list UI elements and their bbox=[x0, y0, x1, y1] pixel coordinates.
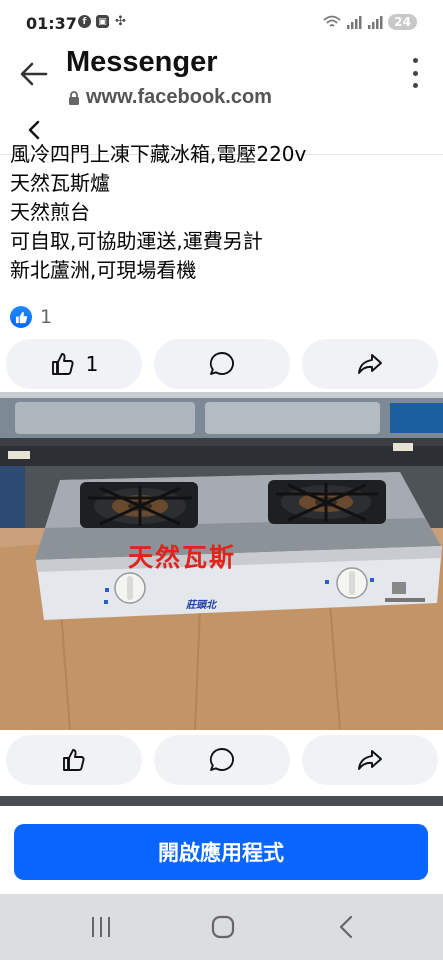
like-button[interactable] bbox=[6, 735, 142, 785]
browser-header: Messenger www.facebook.com bbox=[0, 40, 443, 109]
open-app-bar: 開啟應用程式 bbox=[0, 806, 443, 894]
thumbs-up-icon bbox=[51, 353, 74, 375]
comment-button[interactable] bbox=[154, 339, 290, 389]
more-options-icon[interactable] bbox=[411, 58, 419, 88]
reaction-summary[interactable]: 1 bbox=[10, 306, 52, 328]
share-icon bbox=[358, 354, 382, 374]
comment-icon bbox=[209, 748, 234, 771]
comment-button[interactable] bbox=[154, 735, 290, 785]
post-line: 風冷四門上凍下藏冰箱,電壓220v bbox=[10, 142, 307, 166]
post-line: 可自取,可協助運送,運費另計 bbox=[10, 229, 263, 253]
signal-icon-2 bbox=[368, 15, 383, 29]
stove-brand-text: 莊頭北 bbox=[186, 600, 216, 611]
signal-icon bbox=[347, 15, 362, 29]
back-icon[interactable] bbox=[332, 912, 362, 942]
post-line: 天然瓦斯爐 bbox=[10, 171, 110, 195]
wifi-icon bbox=[323, 15, 341, 27]
recent-apps-icon[interactable] bbox=[86, 912, 116, 942]
chevron-left-icon[interactable] bbox=[26, 120, 42, 140]
notification-icons: f ▣ ✣ bbox=[78, 14, 127, 29]
url-row: www.facebook.com bbox=[68, 86, 272, 109]
facebook-notification-icon: f bbox=[78, 15, 91, 28]
status-right: 24 bbox=[323, 14, 417, 30]
post-text: 風冷四門上凍下藏冰箱,電壓220v 天然瓦斯爐 天然煎台 可自取,可協助運送,運… bbox=[10, 142, 435, 285]
url-text: www.facebook.com bbox=[86, 86, 272, 108]
home-icon[interactable] bbox=[208, 912, 238, 942]
post-line: 天然煎台 bbox=[10, 200, 90, 224]
share-button[interactable] bbox=[302, 735, 438, 785]
comment-icon bbox=[209, 352, 234, 375]
photo-watermark-text: 天然瓦斯 bbox=[128, 543, 237, 572]
page-title: Messenger bbox=[66, 46, 218, 78]
like-reaction-icon bbox=[10, 306, 32, 328]
battery-indicator: 24 bbox=[388, 14, 417, 30]
system-navigation-bar bbox=[0, 894, 443, 960]
share-button[interactable] bbox=[302, 339, 438, 389]
pinwheel-notification-icon: ✣ bbox=[115, 14, 126, 29]
post-line: 新北蘆洲,可現場看機 bbox=[10, 258, 197, 282]
open-app-button[interactable]: 開啟應用程式 bbox=[14, 824, 428, 880]
like-button[interactable]: 1 bbox=[6, 339, 142, 389]
shop-notification-icon: ▣ bbox=[96, 15, 109, 28]
photo-actions bbox=[6, 735, 438, 785]
thumbs-up-icon bbox=[63, 749, 85, 771]
lock-icon bbox=[69, 90, 79, 105]
post-actions: 1 bbox=[6, 339, 438, 389]
reaction-count: 1 bbox=[40, 306, 53, 328]
next-photo-edge bbox=[0, 796, 443, 806]
back-arrow-icon[interactable] bbox=[18, 58, 50, 90]
like-count: 1 bbox=[85, 352, 99, 376]
share-icon bbox=[358, 750, 382, 770]
status-time: 01:37 bbox=[26, 14, 77, 33]
